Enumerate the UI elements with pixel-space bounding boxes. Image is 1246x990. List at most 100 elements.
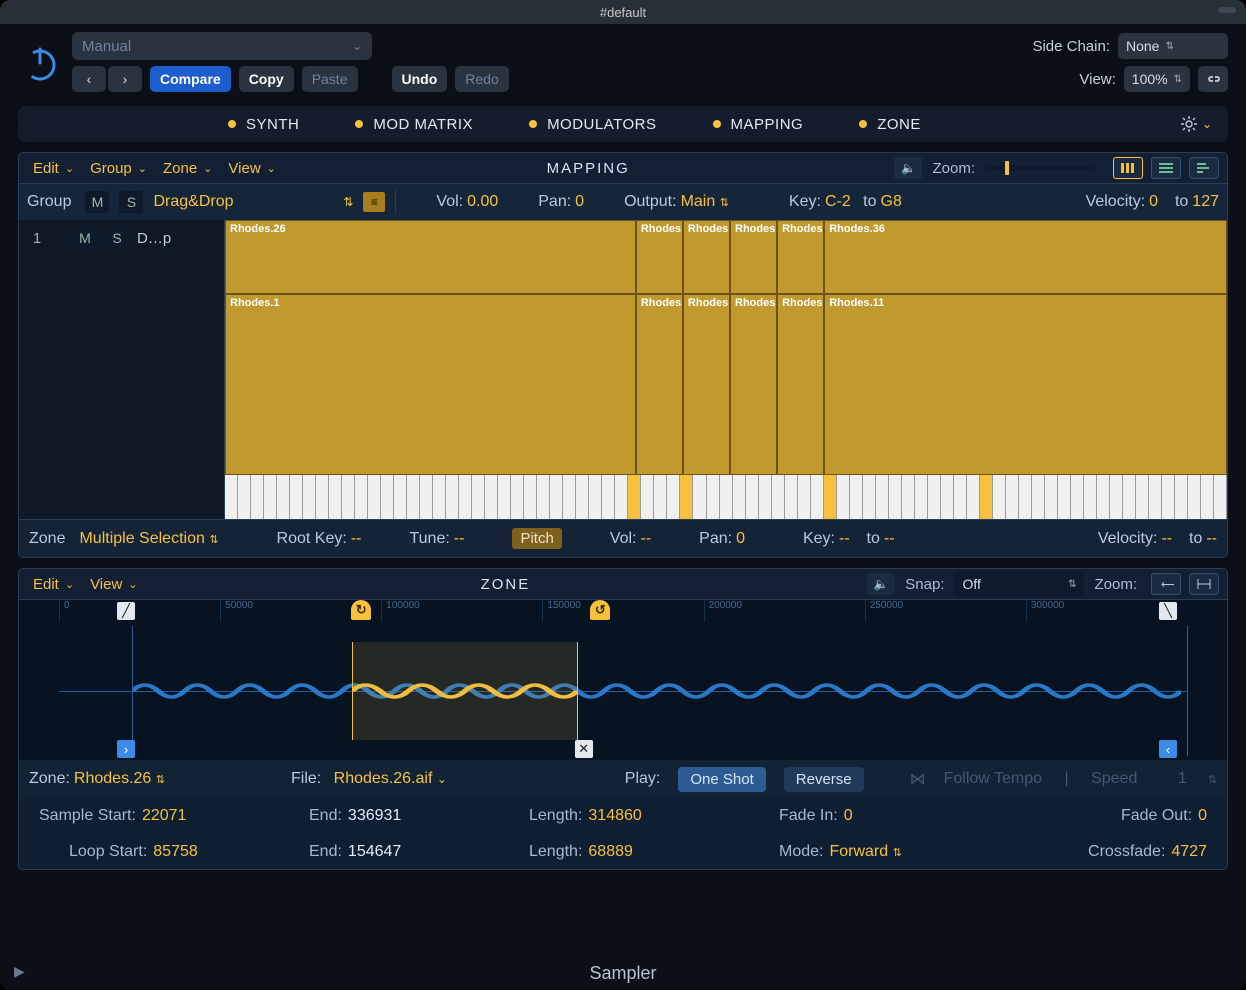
zone-name[interactable]: Rhodes.26 ⇅ [74, 770, 165, 788]
fade-out-handle[interactable]: ╲ [1159, 602, 1177, 620]
grid-view-icon[interactable] [1113, 157, 1143, 179]
nav-zone[interactable]: ZONE [845, 116, 935, 133]
speaker-button[interactable]: 🔈 [867, 573, 895, 595]
edit-menu[interactable]: Edit⌄ [27, 160, 80, 177]
sample-start[interactable]: 22071 [142, 807, 187, 825]
nav-mod-matrix[interactable]: MOD MATRIX [341, 116, 487, 133]
settings-menu[interactable]: ⌄ [1180, 115, 1220, 133]
copy-button[interactable]: Copy [239, 66, 294, 92]
pitch-button[interactable]: Pitch [512, 528, 561, 549]
zone-params-sample: Sample Start: 22071 End: 336931 Length: … [18, 798, 1228, 834]
disclosure-icon[interactable]: ▶ [14, 963, 25, 980]
solo-button[interactable]: S [105, 227, 129, 249]
mute-button[interactable]: M [73, 227, 97, 249]
mute-button[interactable]: M [85, 191, 109, 213]
sidechain-select[interactable]: None⇅ [1118, 33, 1228, 59]
sidechain-label: Side Chain: [1032, 38, 1110, 55]
speaker-button[interactable]: 🔈 [894, 157, 922, 179]
dot-icon [529, 120, 537, 128]
loop-mode[interactable]: Forward ⇅ [829, 843, 901, 861]
zoom-fit-icon[interactable] [1189, 573, 1219, 595]
window-grip-icon [1218, 7, 1236, 13]
loop-start-value[interactable]: 85758 [153, 843, 198, 861]
loop-length[interactable]: 68889 [588, 843, 633, 861]
zone-editor-header: Edit⌄ View⌄ ZONE 🔈 Snap: Off⇅ Zoom: ⟷ [18, 568, 1228, 600]
zone[interactable]: Rhodes.9 [777, 294, 824, 475]
list-icon[interactable]: ≡ [363, 192, 385, 212]
zoom-slider[interactable] [985, 165, 1095, 171]
zone[interactable]: Rhodes.30 [683, 220, 730, 294]
key-high[interactable]: G8 [881, 193, 902, 211]
zone[interactable]: Rhodes.28 [636, 220, 683, 294]
group-row[interactable]: 1 M S D…p [19, 224, 224, 252]
fade-out[interactable]: 0 [1198, 807, 1207, 825]
fade-in[interactable]: 0 [844, 807, 853, 825]
sample-length[interactable]: 314860 [588, 807, 641, 825]
nav-modulators[interactable]: MODULATORS [515, 116, 670, 133]
updown-icon[interactable]: ⇅ [335, 195, 353, 209]
zone[interactable]: Rhodes.3 [636, 294, 683, 475]
list-view-icon[interactable] [1151, 157, 1181, 179]
paste-button[interactable]: Paste [302, 66, 358, 92]
dot-icon [228, 120, 236, 128]
zone[interactable]: Rhodes.1 [225, 294, 636, 475]
group-menu[interactable]: Group⌄ [84, 160, 153, 177]
zone-grid[interactable]: Rhodes.26 Rhodes.28 Rhodes.30 Rhodes.32 … [225, 220, 1227, 475]
zone[interactable]: Rhodes.26 [225, 220, 636, 294]
solo-button[interactable]: S [119, 191, 143, 213]
zone[interactable]: Rhodes.34 [777, 220, 824, 294]
zoom-horizontal-icon[interactable]: ⟷ [1151, 573, 1181, 595]
fade-in-handle[interactable]: ╱ [117, 602, 135, 620]
edit-menu[interactable]: Edit⌄ [27, 576, 80, 593]
zone-selection[interactable]: Multiple Selection ⇅ [79, 530, 218, 548]
sample-end[interactable]: 336931 [348, 807, 401, 825]
dot-icon [713, 120, 721, 128]
group-output[interactable]: Main ⇅ [681, 193, 729, 211]
flex-icon[interactable]: ⋈ [910, 769, 926, 789]
zone[interactable]: Rhodes.36 [824, 220, 1227, 294]
loop-end-handle[interactable]: ↺ [590, 600, 610, 620]
vel-low[interactable]: 0 [1149, 193, 1158, 211]
sort-view-icon[interactable] [1189, 157, 1219, 179]
redo-button[interactable]: Redo [455, 66, 508, 92]
group-vol[interactable]: 0.00 [467, 193, 498, 211]
reverse-button[interactable]: Reverse [784, 767, 864, 792]
waveform-editor[interactable]: 050000100000150000200000250000300000 ╱ ╲… [18, 600, 1228, 760]
nav-mapping[interactable]: MAPPING [699, 116, 818, 133]
zone[interactable]: Rhodes.32 [730, 220, 777, 294]
zone[interactable]: Rhodes.7 [730, 294, 777, 475]
file-name[interactable]: Rhodes.26.aif ⌄ [334, 770, 447, 788]
power-button[interactable] [18, 38, 62, 88]
loop-end-value[interactable]: 154647 [348, 843, 401, 861]
zone-menu[interactable]: Zone⌄ [157, 160, 218, 177]
preset-select[interactable]: Manual ⌄ [72, 32, 372, 60]
view-zoom-select[interactable]: 100%⇅ [1124, 66, 1190, 92]
piano-keyboard[interactable] [225, 475, 1227, 519]
nav-synth[interactable]: SYNTH [214, 116, 313, 133]
sample-end-handle[interactable]: ‹ [1159, 740, 1177, 758]
crossfade-value[interactable]: 4727 [1171, 843, 1207, 861]
dot-icon [859, 120, 867, 128]
undo-button[interactable]: Undo [392, 66, 448, 92]
chevron-down-icon: ⌄ [1202, 117, 1212, 131]
snap-select[interactable]: Off⇅ [954, 571, 1084, 597]
view-menu[interactable]: View⌄ [222, 160, 281, 177]
preset-name: Manual [82, 38, 131, 55]
zone[interactable]: Rhodes.11 [824, 294, 1227, 475]
compare-button[interactable]: Compare [150, 66, 231, 92]
loop-start-handle[interactable]: ↻ [351, 600, 371, 620]
prev-preset-button[interactable]: ‹ [72, 66, 106, 92]
vel-high[interactable]: 127 [1192, 193, 1219, 211]
group-pan[interactable]: 0 [575, 193, 584, 211]
next-preset-button[interactable]: › [108, 66, 142, 92]
zone[interactable]: Rhodes.5 [683, 294, 730, 475]
sample-start-handle[interactable]: › [117, 740, 135, 758]
view-menu[interactable]: View⌄ [84, 576, 143, 593]
key-low[interactable]: C-2 [825, 193, 851, 211]
mapping-body: 1 M S D…p Rhodes.26 Rhodes.28 Rhodes.30 … [18, 220, 1228, 520]
crossfade-handle[interactable]: ✕ [575, 740, 593, 758]
link-icon[interactable] [1198, 66, 1228, 92]
footer: ▶ Sampler [0, 870, 1246, 990]
group-name[interactable]: Drag&Drop [153, 193, 233, 211]
oneshot-button[interactable]: One Shot [678, 767, 765, 792]
